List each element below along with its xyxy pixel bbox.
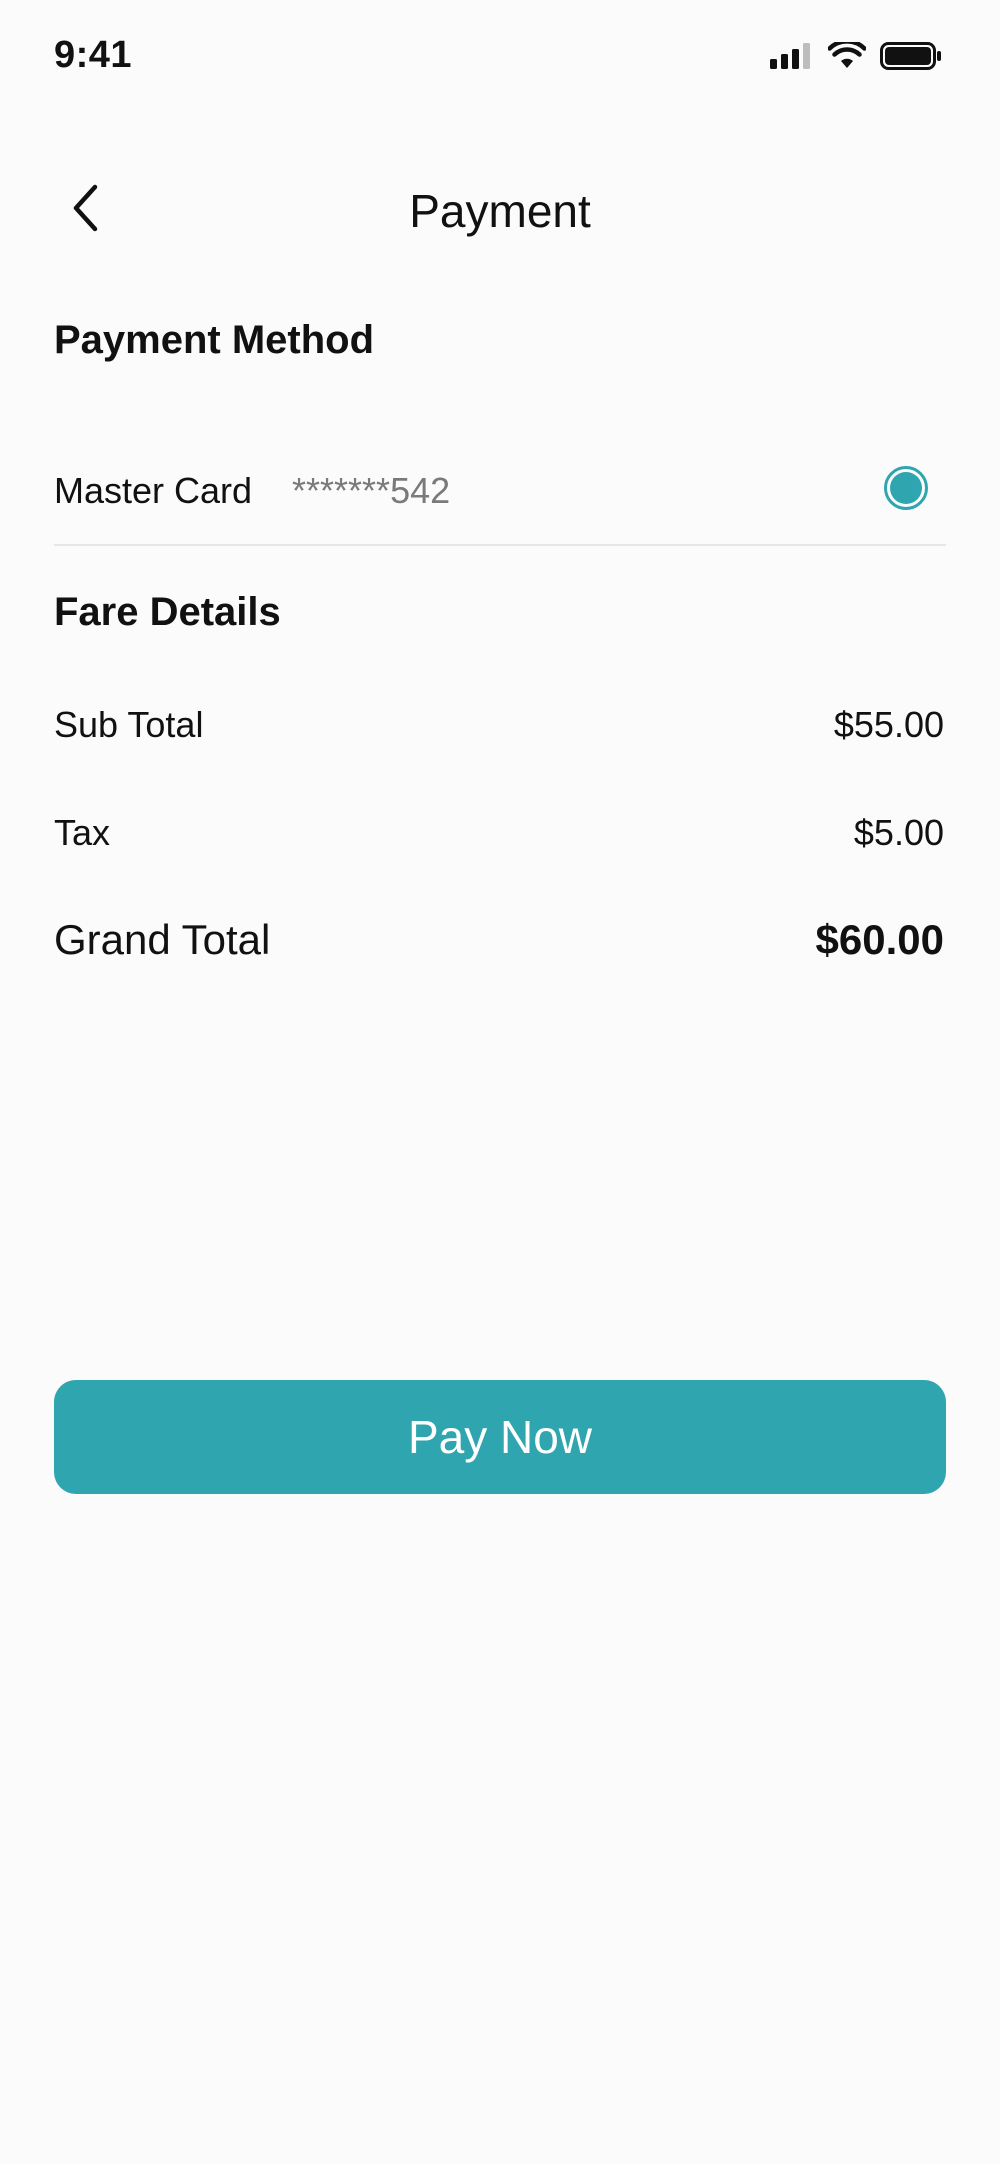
grand-total-row: Grand Total $60.00 — [54, 916, 944, 976]
tax-value: $5.00 — [853, 812, 944, 853]
tax-row: Tax $5.00 — [54, 812, 944, 872]
grand-total-value: $60.00 — [815, 916, 944, 963]
tax-label: Tax — [54, 812, 111, 853]
fare-details-title: Fare Details — [54, 590, 281, 634]
payment-method-option[interactable]: Master Card *******542 — [54, 460, 946, 546]
sub-total-label: Sub Total — [54, 704, 204, 745]
sub-total-row: Sub Total $55.00 — [54, 704, 944, 764]
radio-selected-icon[interactable] — [884, 466, 928, 510]
signal-icon — [770, 43, 814, 74]
payment-method-title: Payment Method — [54, 318, 375, 362]
card-number: *******542 — [292, 470, 451, 511]
card-name: Master Card — [54, 470, 253, 511]
battery-icon — [880, 42, 942, 75]
header: Payment — [0, 170, 1000, 250]
status-bar: 9:41 — [0, 0, 1000, 110]
wifi-icon — [827, 39, 867, 75]
status-icons — [770, 39, 942, 75]
grand-total-label: Grand Total — [54, 916, 271, 963]
status-time: 9:41 — [54, 34, 133, 76]
page-title: Payment — [409, 185, 591, 237]
radio-dot — [890, 472, 922, 504]
pay-now-button[interactable]: Pay Now — [54, 1380, 946, 1494]
sub-total-value: $55.00 — [833, 704, 944, 745]
